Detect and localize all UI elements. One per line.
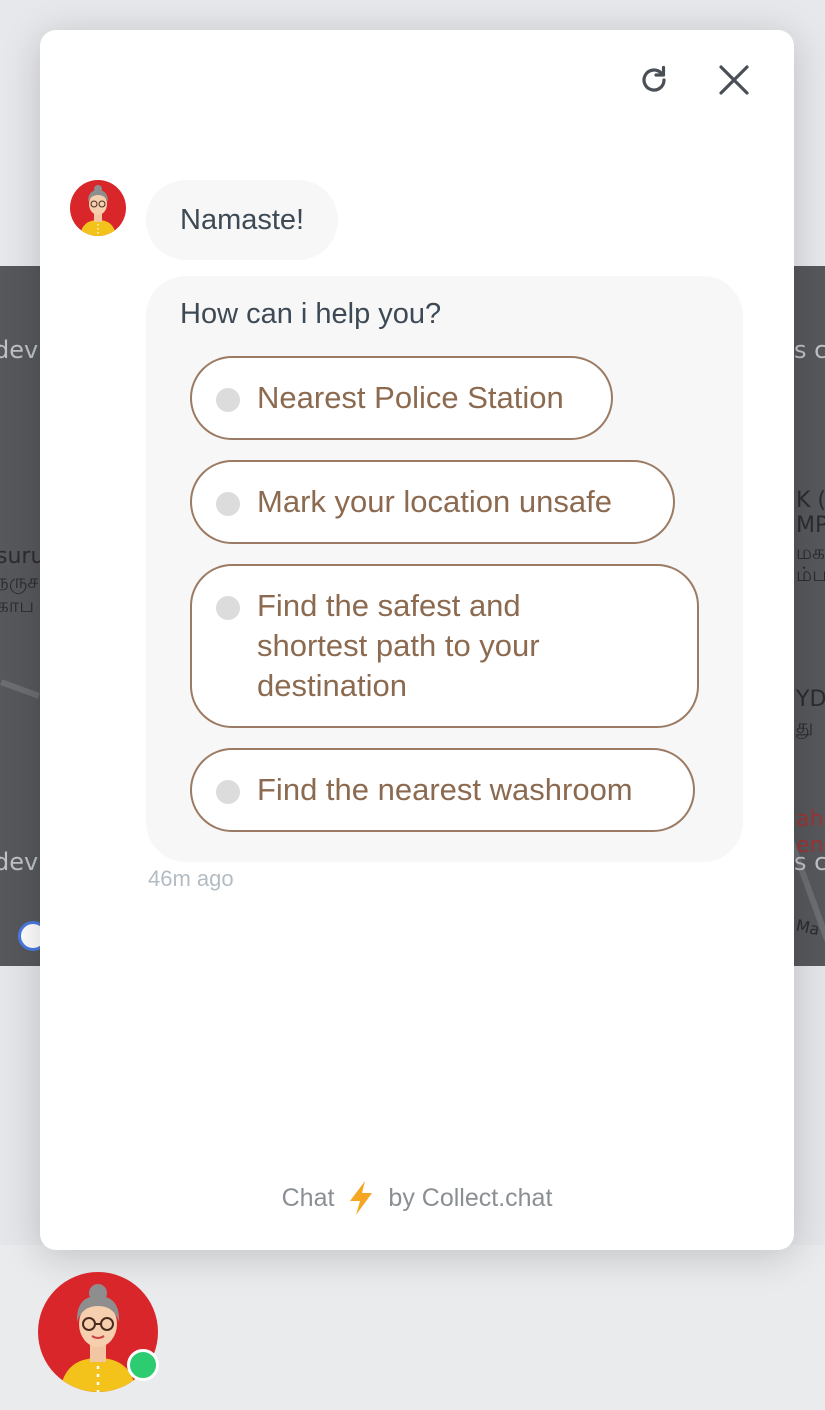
branding-suffix: by Collect.chat xyxy=(388,1183,553,1212)
question-message: How can i help you? Nearest Police Stati… xyxy=(146,276,743,862)
message-timestamp: 46m ago xyxy=(148,866,234,891)
branding-link[interactable]: Chat by Collect.chat xyxy=(40,1180,794,1216)
radio-icon xyxy=(216,388,240,412)
map-label: suru xyxy=(0,544,45,569)
radio-icon xyxy=(216,492,240,516)
map-label: K ( xyxy=(796,488,825,513)
close-icon xyxy=(719,65,749,95)
map-label: aha xyxy=(796,807,825,832)
option-nearest-police-station[interactable]: Nearest Police Station xyxy=(190,356,613,440)
option-label: Mark your location unsafe xyxy=(257,484,612,519)
refresh-button[interactable] xyxy=(630,56,678,104)
option-label: Find the nearest washroom xyxy=(257,772,633,807)
question-text: How can i help you? xyxy=(180,298,442,330)
map-label: s c xyxy=(794,336,825,364)
option-safest-shortest-path[interactable]: Find the safest and shortest path to you… xyxy=(190,564,699,728)
option-mark-location-unsafe[interactable]: Mark your location unsafe xyxy=(190,460,675,544)
map-label: ம்ப xyxy=(796,562,825,586)
chat-window: Namaste! How can i help you? Nearest Pol… xyxy=(40,30,794,1250)
map-label: MP xyxy=(796,513,825,538)
map-label: காப xyxy=(0,593,35,617)
option-label: Find the safest and shortest path to you… xyxy=(257,588,540,703)
greeting-message: Namaste! xyxy=(146,180,339,260)
map-label: து xyxy=(796,714,814,738)
radio-icon xyxy=(216,780,240,804)
bot-avatar xyxy=(70,180,126,236)
branding-prefix: Chat xyxy=(281,1183,335,1212)
map-label: enc xyxy=(796,833,825,858)
refresh-icon xyxy=(642,65,666,92)
lightning-icon xyxy=(350,1181,373,1215)
option-nearest-washroom[interactable]: Find the nearest washroom xyxy=(190,748,695,832)
option-label: Nearest Police Station xyxy=(257,380,564,415)
map-label: dev xyxy=(0,848,39,876)
online-status-indicator xyxy=(127,1349,159,1381)
radio-icon xyxy=(216,596,240,620)
map-label: dev xyxy=(0,336,39,364)
map-label: நருச xyxy=(0,569,39,593)
map-label: YD xyxy=(796,687,825,712)
close-button[interactable] xyxy=(710,56,758,104)
